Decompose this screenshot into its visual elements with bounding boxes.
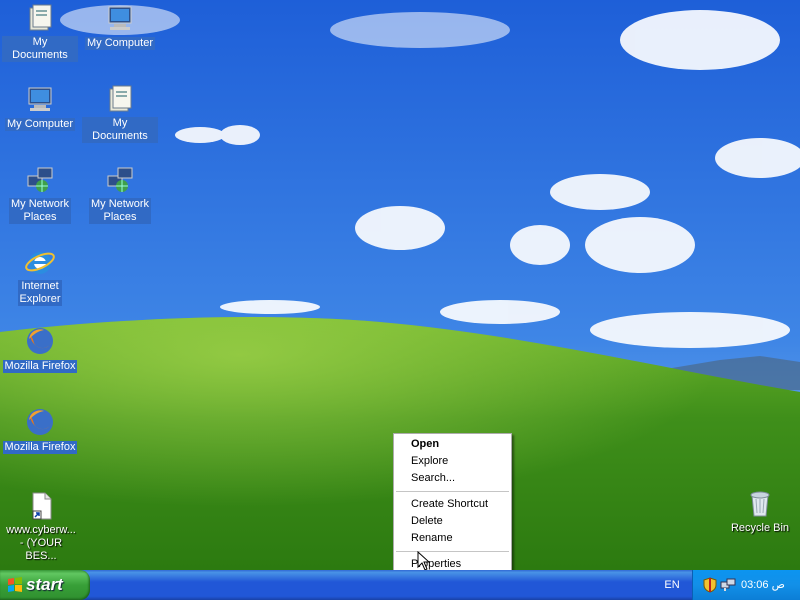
desktop-icon-my-computer-1[interactable]: My Computer: [82, 2, 158, 50]
shortcut-file-icon: [32, 492, 52, 520]
windows-logo-icon: [8, 577, 22, 592]
my-computer-icon: [108, 6, 132, 30]
menu-separator: [396, 551, 509, 552]
desktop-icon-network-places-2[interactable]: My Network Places: [82, 164, 158, 224]
desktop-icon-website-shortcut[interactable]: www.cyberw... - (YOUR BES...: [1, 490, 81, 563]
start-button[interactable]: start: [0, 570, 90, 600]
desktop-icon-my-computer-2[interactable]: My Computer: [2, 83, 78, 131]
desktop-icon-firefox-1[interactable]: Mozilla Firefox: [2, 325, 78, 373]
menu-item-explore[interactable]: Explore: [394, 453, 511, 470]
desktop-icon-label: Recycle Bin: [730, 522, 790, 534]
my-documents-icon: [29, 4, 52, 31]
desktop-icon-firefox-2[interactable]: Mozilla Firefox: [2, 406, 78, 454]
language-indicator[interactable]: EN: [656, 570, 688, 600]
firefox-icon: [27, 328, 53, 354]
desktop-icon-my-documents-1[interactable]: My Documents: [2, 2, 78, 62]
clock[interactable]: 03:06 ص: [741, 570, 785, 600]
desktop-icon-label: Internet Explorer: [17, 280, 63, 306]
firefox-icon: [27, 409, 53, 435]
my-documents-icon: [109, 85, 132, 112]
desktop-icon-label: My Network Places: [88, 198, 152, 224]
my-computer-icon: [28, 87, 52, 111]
menu-item-create-shortcut[interactable]: Create Shortcut: [394, 496, 511, 513]
menu-item-delete[interactable]: Delete: [394, 513, 511, 530]
network-places-icon: [27, 167, 53, 192]
desktop-icon-recycle-bin[interactable]: Recycle Bin: [722, 487, 798, 535]
taskbar: start EN 03:06 ص: [0, 570, 800, 600]
network-places-icon: [107, 167, 133, 192]
desktop-icon-label: My Documents: [2, 36, 78, 62]
start-label: start: [26, 575, 63, 594]
mouse-cursor-icon: [417, 551, 429, 571]
desktop-icon-label: www.cyberw... - (YOUR BES...: [6, 524, 76, 562]
desktop-icon-label: My Computer: [84, 37, 156, 50]
desktop-icon-label: My Network Places: [8, 198, 72, 224]
menu-item-rename[interactable]: Rename: [394, 530, 511, 547]
menu-separator: [396, 491, 509, 492]
desktop-icon-label: Mozilla Firefox: [2, 441, 78, 454]
recycle-bin-icon: [750, 491, 770, 517]
internet-explorer-icon: [25, 252, 55, 274]
desktop-icon-label: My Computer: [4, 118, 76, 131]
desktop-icon-my-documents-2[interactable]: My Documents: [82, 83, 158, 143]
desktop-icon-network-places-1[interactable]: My Network Places: [2, 164, 78, 224]
desktop-icon-label: Mozilla Firefox: [2, 360, 78, 373]
security-shield-icon[interactable]: [702, 577, 718, 593]
menu-item-search[interactable]: Search...: [394, 470, 511, 487]
context-menu: Open Explore Search... Create Shortcut D…: [393, 433, 512, 575]
network-icon[interactable]: [720, 577, 736, 593]
desktop-icon-label: My Documents: [82, 117, 158, 143]
desktop-icon-internet-explorer[interactable]: Internet Explorer: [2, 246, 78, 306]
system-tray: 03:06 ص: [692, 570, 800, 600]
menu-item-open[interactable]: Open: [394, 436, 511, 453]
